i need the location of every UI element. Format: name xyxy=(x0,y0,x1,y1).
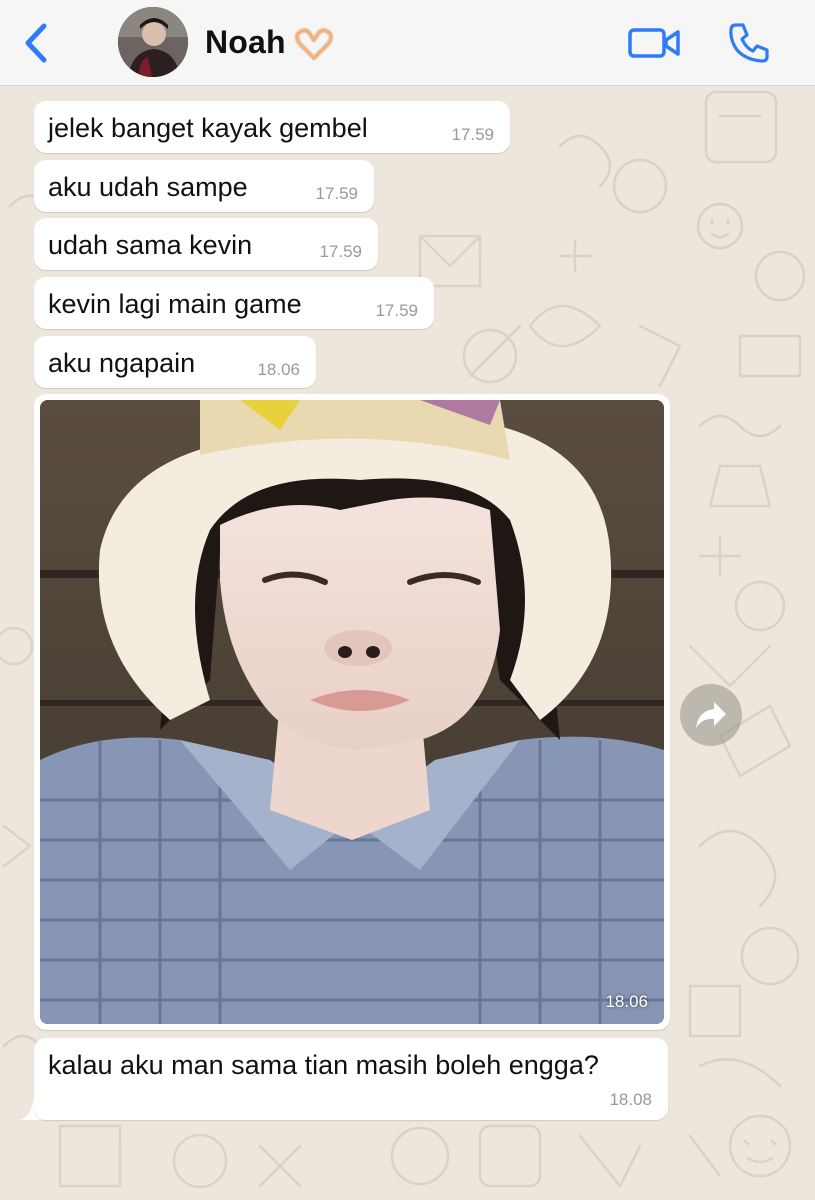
message-bubble[interactable]: jelek banget kayak gembel 17.59 xyxy=(34,101,510,153)
message-time: 18.08 xyxy=(609,1090,652,1109)
video-call-button[interactable] xyxy=(626,20,682,66)
message-photo[interactable]: 18.06 xyxy=(40,400,664,1024)
chat-header: Noah xyxy=(0,0,815,86)
heart-hands-icon xyxy=(292,26,336,62)
message-time: 17.59 xyxy=(319,242,362,261)
message-bubble[interactable]: aku ngapain 18.06 xyxy=(34,336,316,388)
message-time: 17.59 xyxy=(375,301,418,320)
avatar[interactable] xyxy=(118,7,188,77)
message-bubble[interactable]: kalau aku man sama tian masih boleh engg… xyxy=(34,1038,668,1120)
message-text: jelek banget kayak gembel xyxy=(48,113,368,143)
message-bubble[interactable]: udah sama kevin 17.59 xyxy=(34,218,378,270)
message-text: kalau aku man sama tian masih boleh engg… xyxy=(48,1050,599,1080)
message-text: aku udah sampe xyxy=(48,172,248,202)
photo-illustration xyxy=(40,400,664,1024)
chevron-left-icon xyxy=(25,23,47,63)
back-button[interactable] xyxy=(18,20,58,66)
share-forward-icon xyxy=(696,702,726,728)
avatar-photo xyxy=(118,7,188,77)
forward-button[interactable] xyxy=(680,684,742,746)
message-bubble[interactable]: kevin lagi main game 17.59 xyxy=(34,277,434,329)
voice-call-button[interactable] xyxy=(726,20,772,66)
message-time: 17.59 xyxy=(451,125,494,144)
image-message-bubble[interactable]: 18.06 xyxy=(34,394,670,1030)
message-time: 18.06 xyxy=(257,360,300,379)
message-text: kevin lagi main game xyxy=(48,289,302,319)
image-time: 18.06 xyxy=(605,992,648,1011)
message-text: udah sama kevin xyxy=(48,230,253,260)
message-text: aku ngapain xyxy=(48,348,196,378)
contact-name[interactable]: Noah xyxy=(205,24,286,61)
message-time: 17.59 xyxy=(315,184,358,203)
phone-icon xyxy=(729,23,769,63)
video-camera-icon xyxy=(628,28,680,58)
message-bubble[interactable]: aku udah sampe 17.59 xyxy=(34,160,374,212)
